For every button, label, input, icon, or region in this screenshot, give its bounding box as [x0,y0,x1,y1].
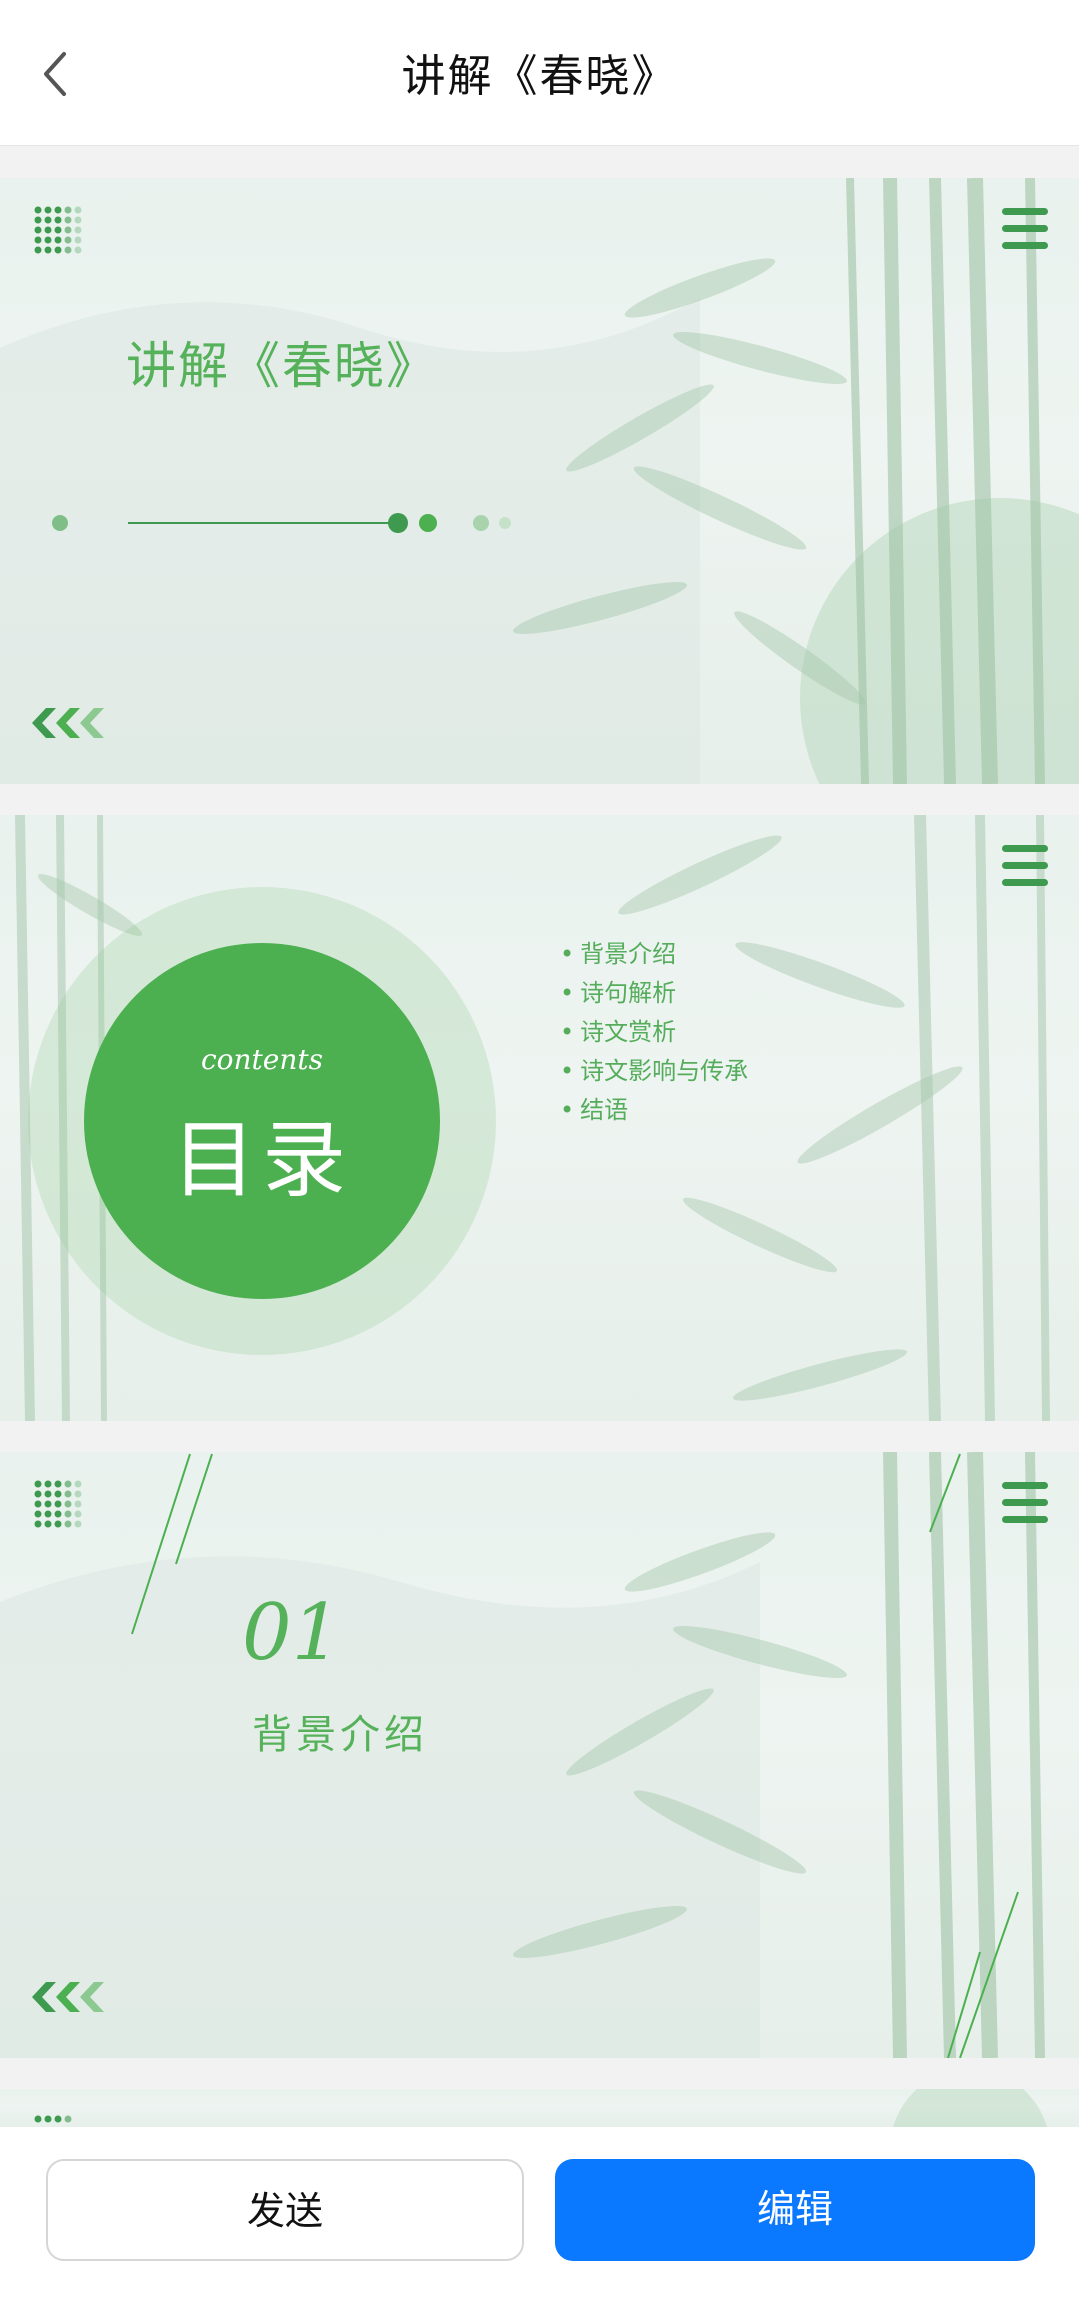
contents-heading: 目录 [171,1111,352,1209]
dot-grid-icon [34,206,82,254]
toc-item: 诗文影响与传承 [560,1052,748,1091]
bamboo-background [0,1452,1045,2058]
slide-thumbnail-3[interactable]: 01 背景介绍 [0,1452,1079,2058]
chevrons-left-icon [32,708,104,738]
bamboo-background [0,178,1079,784]
toc-item: 结语 [560,1091,748,1130]
section-number: 01 [242,1588,342,1678]
section-title: 背景介绍 [252,1712,428,1758]
slide-thumbnail-4[interactable] [0,2089,1079,2127]
toc-item: 诗句解析 [560,974,748,1013]
contents-circle: contents 目录 [84,943,440,1299]
bottom-action-bar: 发送 编辑 [0,2127,1079,2297]
menu-icon [1002,1482,1048,1524]
edit-button[interactable]: 编辑 [555,2159,1035,2261]
toc-item: 背景介绍 [560,935,748,974]
top-bar: 讲解《春晓》 [0,0,1079,146]
menu-icon [1002,208,1048,250]
contents-label: contents [200,1043,324,1076]
slide-thumbnail-1[interactable]: 讲解《春晓》 [0,178,1079,784]
toc-item: 诗文赏析 [560,1013,748,1052]
chevrons-left-icon [32,1982,104,2012]
toc-list: 背景介绍 诗句解析 诗文赏析 诗文影响与传承 结语 [560,935,748,1130]
slide-thumbnail-2[interactable]: contents 目录 背景介绍 诗句解析 诗文赏析 诗文影响与传承 结语 [0,815,1079,1421]
page-title: 讲解《春晓》 [401,51,678,102]
send-button[interactable]: 发送 [46,2159,524,2261]
bamboo-background [34,2089,1047,2127]
menu-icon [1002,845,1048,887]
dot-grid-icon [34,1480,82,1528]
slide-title: 讲解《春晓》 [126,337,438,395]
